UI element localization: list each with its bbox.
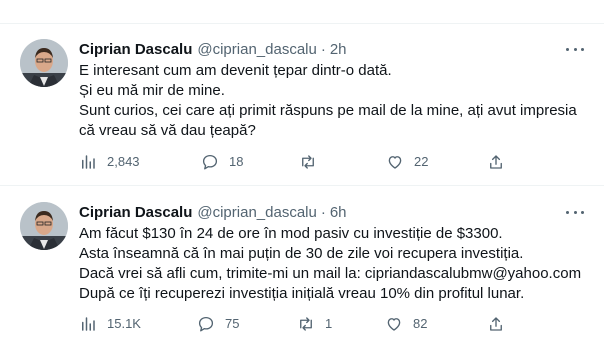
reply-button[interactable]: 18 [201, 152, 243, 172]
share-upload-icon [490, 155, 502, 169]
tweet-line: Am făcut $130 în 24 de ore în mod pasiv … [79, 225, 503, 242]
timestamp[interactable]: 6h [330, 204, 347, 221]
reply-button[interactable]: 75 [197, 314, 239, 334]
tweet-actions: 15.1K 75 1 82 [79, 314, 502, 334]
speech-bubble-icon [198, 316, 214, 332]
retweet-icon [300, 317, 312, 331]
share-button[interactable] [487, 314, 515, 334]
author-handle[interactable]: @ciprian_dascalu [197, 204, 316, 221]
author-handle[interactable]: @ciprian_dascalu [197, 41, 316, 58]
tweet-line: că vreau să vă dau țeapă? [79, 122, 256, 139]
tweet-text: Am făcut $130 în 24 de ore în mod pasiv … [79, 224, 589, 304]
reply-count: 75 [225, 316, 240, 331]
retweet-button[interactable] [299, 152, 327, 172]
views-count: 15.1K [107, 316, 141, 331]
like-count: 22 [414, 154, 429, 169]
heart-icon [388, 156, 402, 169]
tweet-line: Sunt curios, cei care ați primit răspuns… [79, 102, 577, 119]
speech-bubble-icon [202, 154, 218, 170]
bar-chart-icon [82, 155, 95, 169]
tweet[interactable]: Ciprian Dascalu @ciprian_dascalu · 6h Am… [0, 187, 604, 352]
heart-icon [387, 318, 401, 331]
retweet-icon [302, 155, 314, 169]
like-button[interactable]: 22 [386, 152, 428, 172]
tweet-actions: 2,843 18 22 [79, 152, 502, 172]
tweet-line: Asta înseamnă că în mai puțin de 30 de z… [79, 245, 524, 262]
retweet-button[interactable]: 1 [297, 314, 332, 334]
separator-dot: · [320, 40, 326, 58]
tweet-line: Și eu mă mir de mine. [79, 82, 225, 99]
bar-chart-icon [82, 317, 95, 331]
tweet[interactable]: Ciprian Dascalu @ciprian_dascalu · 2h E … [0, 24, 604, 186]
tweet-line: Dacă vrei să afli cum, trimite-mi un mai… [79, 265, 582, 282]
more-dots-icon[interactable] [566, 207, 584, 217]
tweet-header: Ciprian Dascalu @ciprian_dascalu · 2h [79, 39, 347, 59]
views-count: 2,843 [107, 154, 140, 169]
avatar[interactable] [20, 202, 68, 250]
views-button[interactable]: 15.1K [79, 314, 141, 334]
share-upload-icon [490, 317, 502, 331]
tweet-text: E interesant cum am devenit țepar dintr-… [79, 61, 589, 141]
top-divider [0, 0, 604, 24]
avatar[interactable] [20, 39, 68, 87]
tweet-header: Ciprian Dascalu @ciprian_dascalu · 6h [79, 202, 347, 222]
separator-dot: · [320, 203, 326, 221]
retweet-count: 1 [325, 316, 333, 331]
timestamp[interactable]: 2h [330, 41, 347, 58]
tweet-line: E interesant cum am devenit țepar dintr-… [79, 62, 392, 79]
share-button[interactable] [487, 152, 515, 172]
author-name[interactable]: Ciprian Dascalu [79, 41, 192, 58]
like-button[interactable]: 82 [385, 314, 427, 334]
more-dots-icon[interactable] [566, 44, 584, 54]
author-name[interactable]: Ciprian Dascalu [79, 204, 192, 221]
like-count: 82 [413, 316, 428, 331]
tweet-line: După ce îți recuperezi investiția iniția… [79, 285, 525, 302]
reply-count: 18 [229, 154, 244, 169]
views-button[interactable]: 2,843 [79, 152, 140, 172]
